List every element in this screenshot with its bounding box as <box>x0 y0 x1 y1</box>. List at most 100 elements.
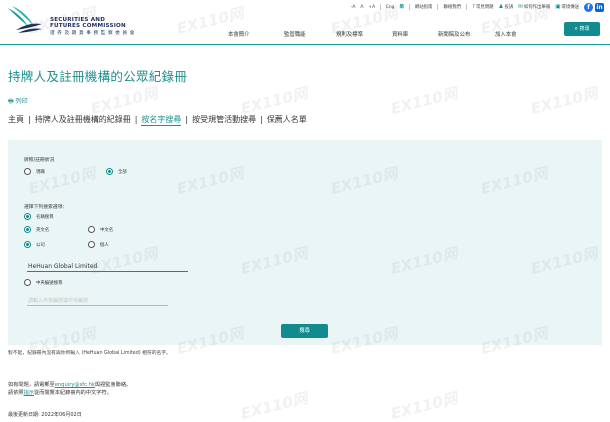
linkedin-icon[interactable]: in <box>595 2 604 12</box>
complaint-link[interactable]: ♟ 投訴 <box>499 4 514 10</box>
nav-regulatory[interactable]: 監管職能 <box>284 30 336 38</box>
enquiry-prefix: 如有問題，請電郵至 <box>8 382 55 388</box>
main-nav: 本會簡介 監管職能 規則及標準 資料庫 新聞稿及公布 加入本會 <box>228 30 535 38</box>
help-line: 請依照指示從而閱覽本紀錄冊內的中文字符。 <box>8 389 131 397</box>
env-link[interactable]: ▣ 環境傳送 <box>555 4 579 10</box>
crumb-separator: | <box>28 115 31 124</box>
nav-careers[interactable]: 加入本會 <box>495 30 535 38</box>
header-search-label: 搜尋 <box>579 26 590 32</box>
header-divider <box>0 44 610 45</box>
status-label: 牌照/註冊狀況 <box>24 158 55 163</box>
header-search-button[interactable]: ⌕ 搜尋 <box>564 22 600 36</box>
english-name-radio[interactable] <box>24 226 31 233</box>
search-by-name-label: 名稱搜尋 <box>36 214 54 220</box>
individual-label: 個人 <box>100 242 109 248</box>
faq-label: 常見問題 <box>475 5 494 10</box>
divider <box>466 4 468 10</box>
breadcrumb: 主頁 | 持牌人及註冊機構的紀錄冊 | 按名字搜尋 | 按受規管活動搜尋 | 保薦人名單 <box>8 114 307 126</box>
chinese-name-label: 中文名 <box>100 227 114 233</box>
company-label: 公司 <box>36 242 45 248</box>
last-updated: 最後更新日期: 2022年06月02日 <box>8 412 82 418</box>
contact-link[interactable]: 聯絡我們 <box>443 4 461 10</box>
status-current-option[interactable]: 現職 <box>24 168 45 175</box>
english-name-option[interactable]: 英文名 <box>24 226 49 233</box>
ce-search-option[interactable]: 中央編號搜尋 <box>24 279 62 286</box>
lang-english-link[interactable]: Eng <box>386 5 394 10</box>
social-links: f in <box>584 2 604 12</box>
no-result-message: 對不起，紀錄冊內沒有與你所輸入 (HeHuan Global Limited) … <box>8 351 171 356</box>
env-label: 環境傳送 <box>561 5 579 10</box>
font-decrease-link[interactable]: -A <box>351 5 356 10</box>
crumb-search-by-name[interactable]: 按名字搜尋 <box>141 115 182 126</box>
status-current-label: 現職 <box>36 169 45 175</box>
contact-label: 聯絡我們 <box>443 5 462 10</box>
sfc-logo-icon <box>8 6 42 33</box>
crumb-register[interactable]: 持牌人及註冊機構的紀錄冊 <box>35 115 131 124</box>
sitemap-label: 網站指南 <box>414 5 433 10</box>
complaint-label: 投訴 <box>504 5 514 10</box>
font-decrease-label: -A <box>350 4 356 10</box>
lang-simplified-link[interactable]: 简 <box>399 4 403 10</box>
individual-option[interactable]: 個人 <box>88 241 109 248</box>
status-all-radio[interactable] <box>106 168 113 175</box>
search-icon: ⌕ <box>574 25 578 32</box>
name-input[interactable] <box>27 262 188 272</box>
watermark-text: EX110网 <box>388 84 460 118</box>
font-increase-link[interactable]: +A <box>368 5 375 10</box>
enquiry-line: 如有問題，請電郵至enquiry@sfc.hk與證監會聯絡。 <box>8 381 131 389</box>
ce-search-label: 中央編號搜尋 <box>36 280 63 286</box>
watermark-text: EX110网 <box>238 389 310 422</box>
nav-rules[interactable]: 規則及標準 <box>336 30 392 38</box>
watermark-text: EX110网 <box>388 389 460 422</box>
print-link[interactable]: 🖶 列印 <box>8 96 28 107</box>
sfc-logo[interactable]: SECURITIES AND FUTURES COMMISSION 證 券 及 … <box>6 4 134 38</box>
logo-line-2: FUTURES COMMISSION <box>50 23 126 30</box>
search-by-name-radio[interactable] <box>24 213 31 220</box>
nav-news[interactable]: 新聞稿及公布 <box>438 30 495 38</box>
report-label: 如何作出舉報 <box>523 5 551 10</box>
company-option[interactable]: 公司 <box>24 241 45 248</box>
nav-about[interactable]: 本會簡介 <box>228 30 284 38</box>
enquiry-text: 如有問題，請電郵至enquiry@sfc.hk與證監會聯絡。 請依照指示從而閱覽… <box>8 381 131 397</box>
facebook-icon[interactable]: f <box>584 2 593 12</box>
help-prefix: 請依照 <box>8 390 24 396</box>
nav-database[interactable]: 資料庫 <box>392 30 438 38</box>
watermark-text: EX110网 <box>528 84 600 118</box>
print-label: 列印 <box>15 98 28 105</box>
sitemap-link[interactable]: 網站指南 <box>415 4 433 10</box>
enquiry-email-link[interactable]: enquiry@sfc.hk <box>55 382 95 388</box>
criteria-label: 選擇下列搜索選項： <box>24 205 68 210</box>
divider <box>437 4 439 10</box>
utility-bar: -A A +A Eng 简 網站指南 聯絡我們 ? 常見問題 ♟ 投訴 ✉ 如何作出舉… <box>351 2 604 12</box>
search-by-name-option[interactable]: 名稱搜尋 <box>24 213 54 220</box>
status-all-label: 全部 <box>118 169 127 175</box>
faq-link[interactable]: ? 常見問題 <box>472 4 494 10</box>
crumb-home[interactable]: 主頁 <box>8 115 24 124</box>
site-header: SECURITIES AND FUTURES COMMISSION 證 券 及 … <box>0 0 610 44</box>
enquiry-suffix: 與證監會聯絡。 <box>94 382 132 388</box>
crumb-separator: | <box>134 115 138 124</box>
status-all-option[interactable]: 全部 <box>106 168 127 175</box>
help-instructions-link[interactable]: 指示 <box>24 390 34 396</box>
crumb-separator: | <box>185 115 189 124</box>
font-normal-link[interactable]: A <box>360 5 363 10</box>
individual-radio[interactable] <box>88 241 95 248</box>
status-current-radio[interactable] <box>24 168 31 175</box>
search-submit-button[interactable]: 搜尋 <box>281 324 328 338</box>
font-increase-label: +A <box>368 4 376 10</box>
company-radio[interactable] <box>24 241 31 248</box>
crumb-search-by-activity[interactable]: 按受規管活動搜尋 <box>192 115 256 124</box>
divider <box>380 4 382 10</box>
person-icon: ♟ <box>498 4 504 10</box>
crumb-sponsor-list[interactable]: 保薦人名單 <box>267 115 307 124</box>
logo-line-3: 證 券 及 期 貨 事 務 監 察 委 員 會 <box>50 30 135 36</box>
question-icon: ? <box>472 4 475 10</box>
chinese-name-option[interactable]: 中文名 <box>88 226 113 233</box>
print-icon: 🖶 <box>8 98 14 105</box>
ce-search-radio[interactable] <box>24 279 31 286</box>
ce-number-input[interactable] <box>27 296 168 306</box>
page-title: 持牌人及註冊機構的公眾紀錄冊 <box>8 69 188 84</box>
lang-english-label: Eng <box>386 4 395 10</box>
report-link[interactable]: ✉ 如何作出舉報 <box>518 4 550 10</box>
chinese-name-radio[interactable] <box>88 226 95 233</box>
